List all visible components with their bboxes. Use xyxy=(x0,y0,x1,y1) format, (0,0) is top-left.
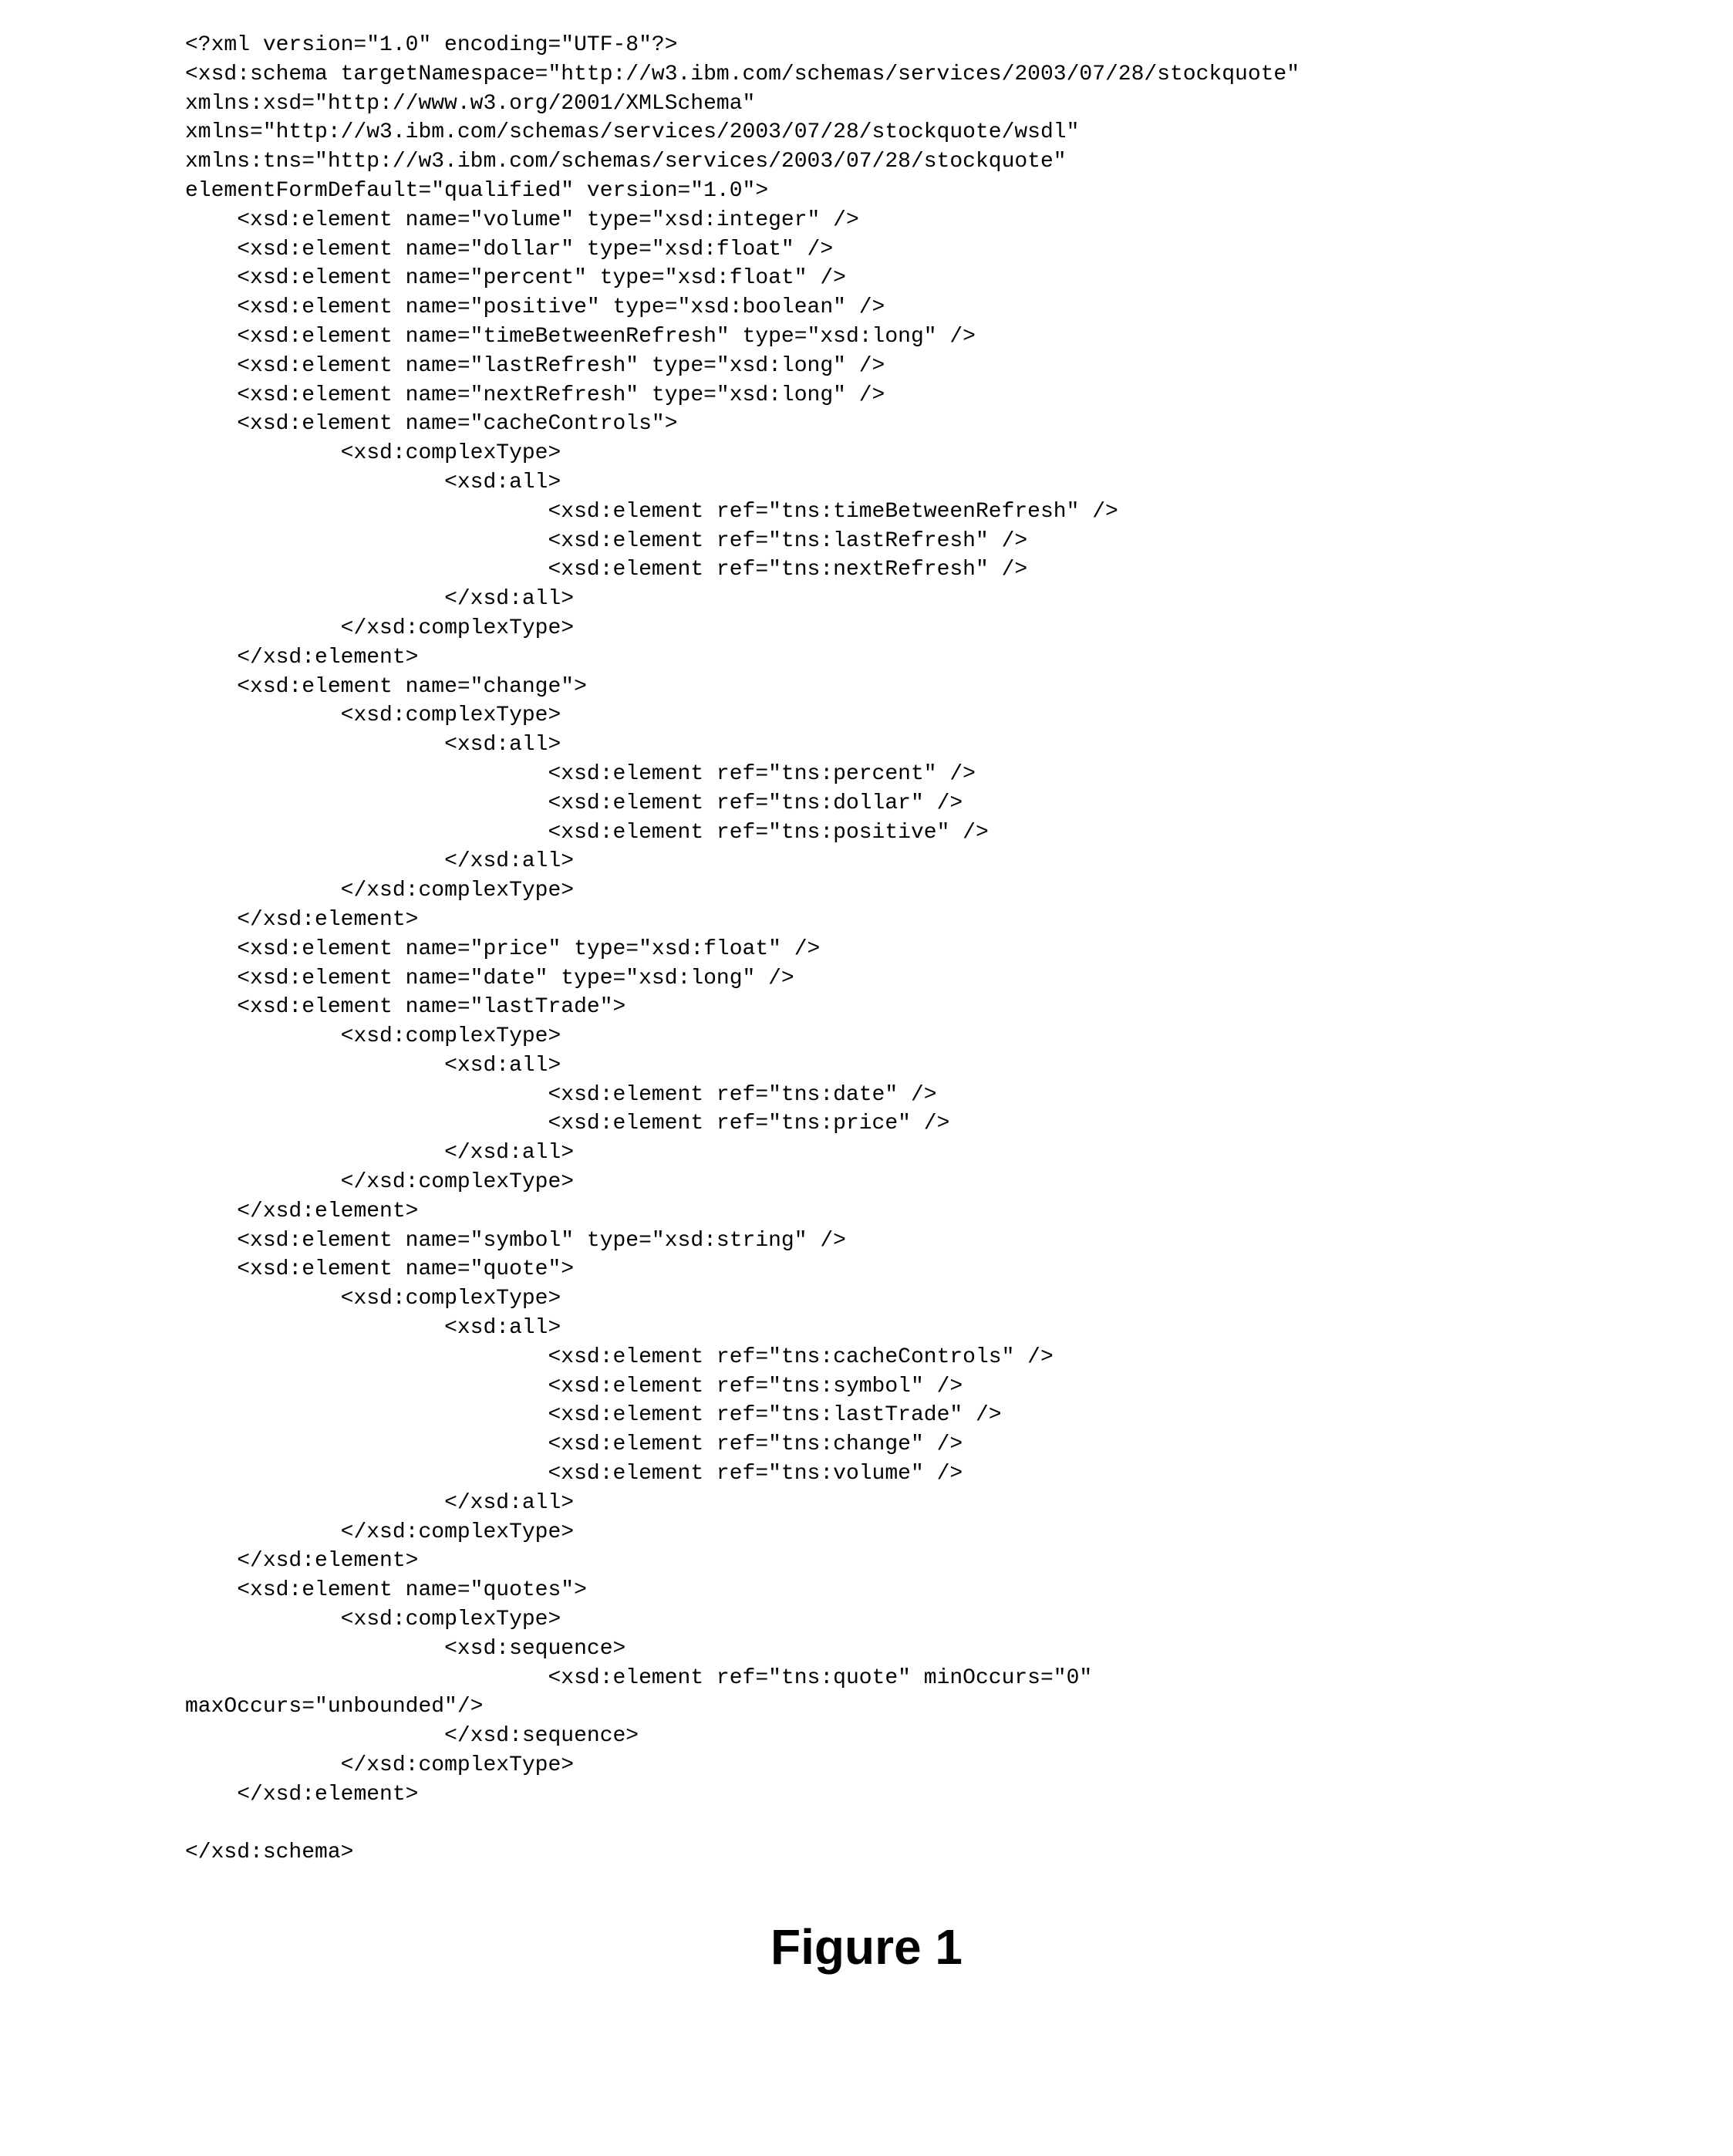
figure-caption: Figure 1 xyxy=(46,1914,1687,1980)
xml-code-block: <?xml version="1.0" encoding="UTF-8"?> <… xyxy=(185,31,1687,1868)
